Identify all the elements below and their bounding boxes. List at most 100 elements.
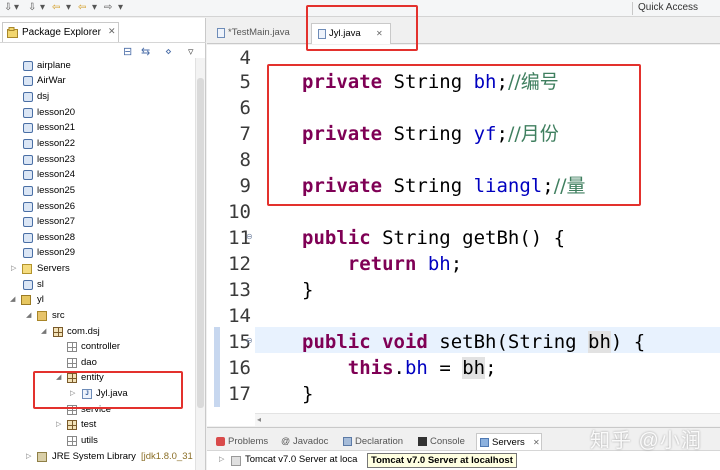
expand-icon[interactable]: ▷ [70, 386, 75, 401]
java-file-icon [318, 29, 326, 39]
tool-icon[interactable]: ⇩ [28, 2, 36, 13]
code-line: private String liangl;//量 [302, 175, 586, 197]
declaration-icon [343, 437, 352, 446]
line-number: 5 [239, 71, 251, 93]
close-icon[interactable]: ✕ [533, 434, 540, 451]
code-line: public void setBh(String bh) { [302, 331, 646, 353]
folder-icon [22, 264, 32, 274]
tab-javadoc[interactable]: @ Javadoc [281, 433, 337, 450]
tab-testmain[interactable]: *TestMain.java [211, 23, 303, 44]
line-number: 16 [228, 357, 251, 379]
package-icon [67, 342, 77, 352]
chevron-down-icon[interactable]: ▾ [66, 2, 71, 13]
toolbar-divider [632, 2, 633, 15]
project-icon [23, 202, 33, 212]
tool-icon[interactable]: ⇩ [4, 2, 12, 13]
code-line: } [302, 279, 314, 301]
code-line: return bh; [347, 253, 463, 275]
back-icon[interactable]: ⇦ [52, 2, 60, 13]
library-icon [37, 452, 47, 462]
java-file-icon: J [82, 389, 92, 399]
project-icon [23, 108, 33, 118]
collapse-icon[interactable]: ◢ [41, 324, 46, 339]
tab-jyl[interactable]: Jyl.java ✕ [311, 23, 391, 44]
line-number: 6 [239, 97, 251, 119]
project-icon [23, 139, 33, 149]
code-line: } [302, 383, 314, 405]
project-icon [23, 248, 33, 258]
code-line: private String bh;//编号 [302, 71, 559, 93]
package-icon [67, 420, 77, 430]
line-number: 10 [228, 201, 251, 223]
code-line: this.bh = bh; [347, 357, 497, 379]
collapse-icon[interactable]: ◢ [10, 292, 15, 307]
package-explorer-tab[interactable]: Package Explorer ✕ [2, 22, 119, 42]
forward-icon[interactable]: ⇨ [104, 2, 112, 13]
fold-icon[interactable]: ⊖ [246, 336, 253, 345]
expand-icon[interactable]: ▷ [11, 261, 16, 276]
tab-problems[interactable]: Problems [216, 433, 276, 450]
project-icon [23, 123, 33, 133]
line-number: 9 [239, 175, 251, 197]
package-explorer-title: Package Explorer [22, 27, 101, 38]
project-icon [23, 61, 33, 71]
editor-tab-bar: *TestMain.java Jyl.java ✕ [207, 18, 720, 44]
filter-icon[interactable]: ⋄ [165, 45, 172, 58]
close-icon[interactable]: ✕ [376, 24, 383, 43]
tab-declaration[interactable]: Declaration [343, 433, 409, 450]
chevron-down-icon[interactable]: ▾ [14, 2, 19, 13]
project-icon [23, 233, 33, 243]
line-number: 12 [228, 253, 251, 275]
fold-icon[interactable]: ⊖ [246, 232, 253, 241]
java-project-icon [21, 295, 31, 305]
code-editor[interactable]: 4 5 6 7 8 9 10 11 ⊖ 12 13 14 15 ⊖ 16 17 … [207, 45, 720, 426]
project-icon [23, 155, 33, 165]
line-number: 14 [228, 305, 251, 327]
line-number: 17 [228, 383, 251, 405]
scrollbar-thumb[interactable] [197, 78, 204, 408]
line-number: 4 [239, 47, 251, 69]
chevron-down-icon[interactable]: ▾ [118, 2, 123, 13]
project-icon [23, 170, 33, 180]
project-icon [23, 280, 33, 290]
problems-icon [216, 437, 225, 446]
vertical-scrollbar[interactable] [195, 58, 205, 470]
expand-icon[interactable]: ▷ [26, 449, 31, 464]
source-folder-icon [37, 311, 47, 321]
view-menu-icon[interactable]: ▿ [188, 45, 194, 58]
line-number: 7 [239, 123, 251, 145]
expand-icon[interactable]: ▷ [56, 417, 61, 432]
package-icon [67, 358, 77, 368]
package-icon [67, 436, 77, 446]
package-explorer-icon [7, 27, 18, 38]
project-icon [23, 217, 33, 227]
scroll-left-icon[interactable]: ◂ [257, 415, 261, 424]
java-file-icon [217, 28, 225, 38]
line-number: 13 [228, 279, 251, 301]
console-icon [418, 437, 427, 446]
link-editor-icon[interactable]: ⇆ [141, 45, 150, 58]
change-marker [214, 327, 220, 407]
quick-access[interactable]: Quick Access [638, 2, 698, 13]
code-line: public String getBh() { [302, 227, 566, 249]
project-icon [23, 76, 33, 86]
package-icon [67, 405, 77, 415]
chevron-down-icon[interactable]: ▾ [40, 2, 45, 13]
server-tooltip: Tomcat v7.0 Server at localhost [367, 453, 517, 468]
back-icon[interactable]: ⇦ [78, 2, 86, 13]
collapse-icon[interactable]: ◢ [56, 370, 61, 385]
code-line: private String yf;//月份 [302, 123, 559, 145]
server-icon [231, 456, 241, 466]
collapse-all-icon[interactable]: ⊟ [123, 45, 132, 58]
expand-icon[interactable]: ▷ [219, 455, 224, 463]
package-explorer-panel: Package Explorer ✕ ⊟ ⇆ ⋄ ▿ airplane AirW… [0, 18, 206, 470]
chevron-down-icon[interactable]: ▾ [92, 2, 97, 13]
close-icon[interactable]: ✕ [108, 26, 116, 37]
project-icon [23, 92, 33, 102]
package-icon [53, 327, 63, 337]
tab-servers[interactable]: Servers ✕ [476, 433, 542, 450]
main-toolbar: ⇩ ▾ ⇩ ▾ ⇦ ▾ ⇦ ▾ ⇨ ▾ Quick Access [0, 0, 720, 17]
collapse-icon[interactable]: ◢ [26, 308, 31, 323]
line-number: 8 [239, 149, 251, 171]
tab-console[interactable]: Console [418, 433, 470, 450]
